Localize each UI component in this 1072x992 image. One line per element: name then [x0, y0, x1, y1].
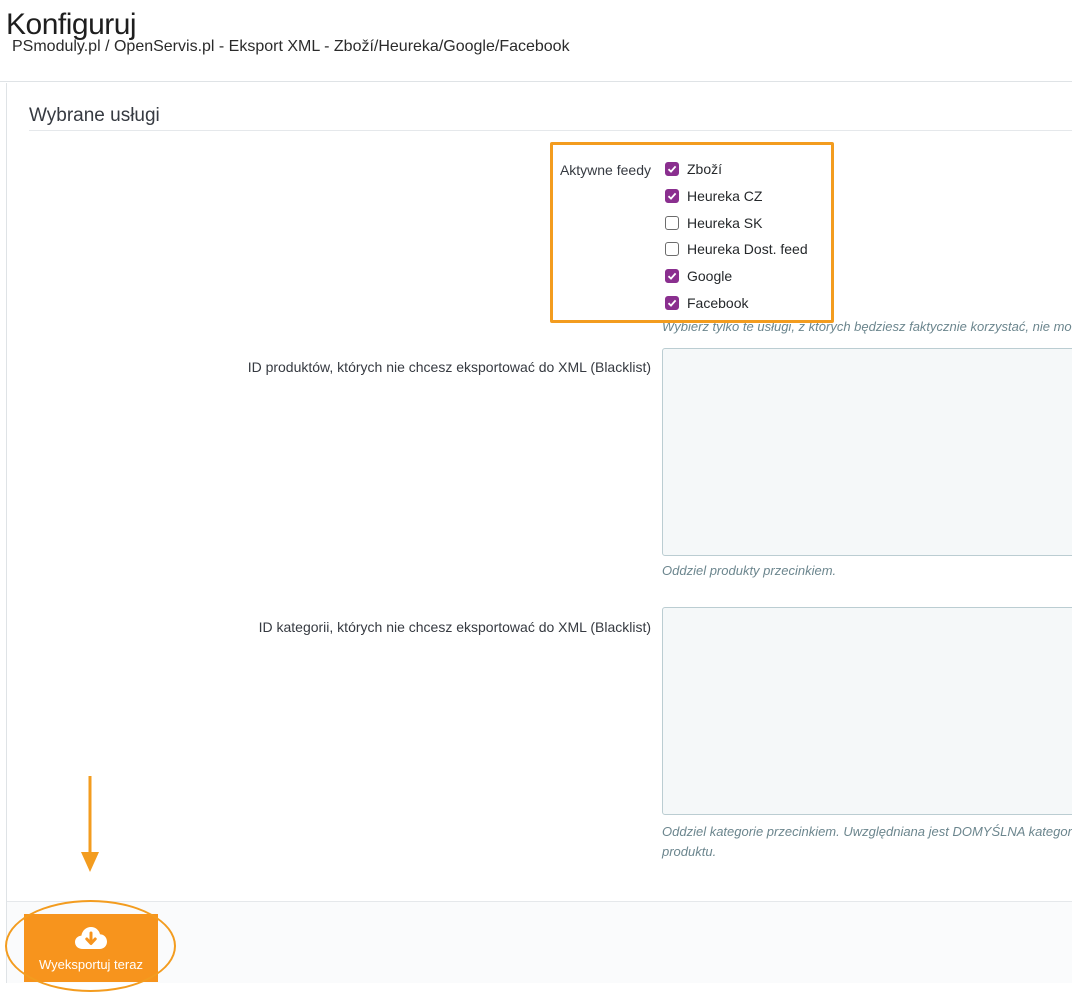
active-feeds-label: Aktywne feedy: [559, 162, 651, 178]
feed-option-google[interactable]: Google: [665, 266, 732, 286]
feed-option-label: Google: [687, 268, 733, 284]
panel-footer: [7, 901, 1072, 983]
panel-heading: Wybrane usługi: [29, 105, 1072, 131]
product-blacklist-help: Oddziel produkty przecinkiem.: [662, 563, 837, 578]
feed-option-label: Heureka SK: [687, 215, 763, 231]
breadcrumb: PSmoduly.pl / OpenServis.pl - Eksport XM…: [12, 38, 570, 55]
feed-option-zbozi[interactable]: Zboží: [665, 159, 722, 179]
checkbox[interactable]: [665, 242, 679, 256]
product-blacklist-textarea[interactable]: [662, 348, 1072, 556]
feed-option-heureka-dost[interactable]: Heureka Dost. feed: [665, 239, 808, 259]
cloud-download-icon: [75, 926, 107, 949]
feed-option-label: Facebook: [687, 295, 749, 311]
product-blacklist-label: ID produktów, których nie chcesz eksport…: [247, 359, 651, 375]
feed-option-facebook[interactable]: Facebook: [665, 293, 748, 313]
feed-option-heureka-sk[interactable]: Heureka SK: [665, 213, 762, 233]
checkbox[interactable]: [665, 216, 679, 230]
arrow-down-icon: [81, 776, 99, 872]
checkbox[interactable]: [665, 162, 679, 176]
category-blacklist-textarea[interactable]: [662, 607, 1072, 815]
feed-option-heureka-cz[interactable]: Heureka CZ: [665, 186, 762, 206]
checkbox[interactable]: [665, 296, 679, 310]
feed-option-label: Heureka CZ: [687, 188, 763, 204]
page-header: Konfiguruj PSmoduly.pl / OpenServis.pl -…: [0, 0, 1072, 82]
feed-option-label: Zboží: [687, 161, 723, 177]
page-title: Konfiguruj: [6, 8, 137, 41]
category-blacklist-help: Oddziel kategorie przecinkiem. Uwzględni…: [662, 824, 1072, 859]
export-button-label: Wyeksportuj teraz: [39, 956, 143, 972]
checkbox[interactable]: [665, 269, 679, 283]
export-now-button[interactable]: Wyeksportuj teraz: [24, 914, 158, 982]
checkbox[interactable]: [665, 189, 679, 203]
feeds-help-text: Wybierz tylko te usługi, z których będzi…: [662, 319, 1072, 334]
config-panel: Wybrane usługi Aktywne feedy Zboží Heure…: [6, 83, 1072, 983]
category-blacklist-label: ID kategorii, których nie chcesz eksport…: [258, 619, 651, 635]
feed-option-label: Heureka Dost. feed: [687, 241, 808, 257]
